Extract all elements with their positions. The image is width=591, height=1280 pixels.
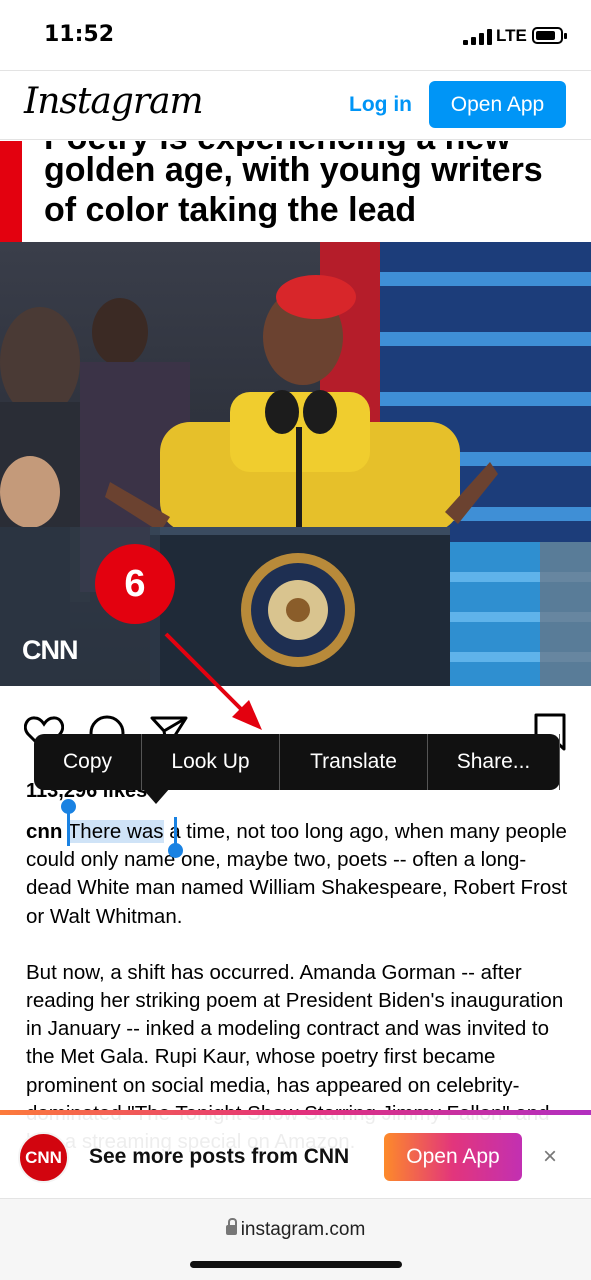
menu-pointer-tail xyxy=(142,788,170,804)
battery-icon xyxy=(532,27,567,44)
instagram-header: Instagram Log in Open App xyxy=(0,70,591,140)
url-text: instagram.com xyxy=(240,1219,366,1240)
selection-start-handle[interactable] xyxy=(61,799,76,846)
menu-item-share[interactable]: Share... xyxy=(428,734,560,790)
app-promo-banner: CNN See more posts from CNN Open App × xyxy=(0,1110,591,1198)
signal-icon xyxy=(463,29,493,45)
post-caption: cnn There was a time, not too long ago, … xyxy=(26,818,571,1156)
home-indicator[interactable] xyxy=(190,1261,402,1268)
clock: 11:52 xyxy=(44,22,115,47)
cnn-avatar[interactable]: CNN xyxy=(18,1132,69,1183)
close-icon[interactable]: × xyxy=(543,1143,557,1171)
text-context-menu: Copy Look Up Translate Share... xyxy=(34,734,560,804)
cnn-watermark: CNN xyxy=(22,635,78,665)
menu-item-translate[interactable]: Translate xyxy=(280,734,428,790)
login-link[interactable]: Log in xyxy=(349,93,412,117)
caption-paragraph-1: cnn There was a time, not too long ago, … xyxy=(26,818,571,931)
post-photo[interactable]: CNN xyxy=(0,242,591,686)
browser-footer: instagram.com xyxy=(0,1198,591,1280)
status-bar: 11:52 LTE xyxy=(0,0,591,70)
menu-item-copy[interactable]: Copy xyxy=(34,734,142,790)
headline-accent-bar xyxy=(0,141,22,242)
inauguration-photo xyxy=(0,242,591,686)
headline-line-2: of color taking the lead xyxy=(44,191,417,229)
headline-line-1: golden age, with young writers xyxy=(44,151,543,189)
lock-icon xyxy=(225,1218,237,1235)
banner-gradient-bar xyxy=(0,1110,591,1115)
address-bar[interactable]: instagram.com xyxy=(0,1218,591,1241)
menu-item-look-up[interactable]: Look Up xyxy=(142,734,280,790)
banner-open-app-button[interactable]: Open App xyxy=(384,1133,522,1181)
caption-username[interactable]: cnn xyxy=(26,820,62,843)
step-number-badge: 6 xyxy=(95,544,175,624)
selected-text[interactable]: There was xyxy=(67,820,164,843)
banner-text: See more posts from CNN xyxy=(89,1145,350,1168)
instagram-logo[interactable]: Instagram xyxy=(24,81,204,122)
open-app-button[interactable]: Open App xyxy=(429,81,566,128)
article-headline: Poetry is experiencing a new golden age,… xyxy=(0,141,591,242)
network-type: LTE xyxy=(496,26,527,45)
selection-end-handle[interactable] xyxy=(168,817,183,858)
